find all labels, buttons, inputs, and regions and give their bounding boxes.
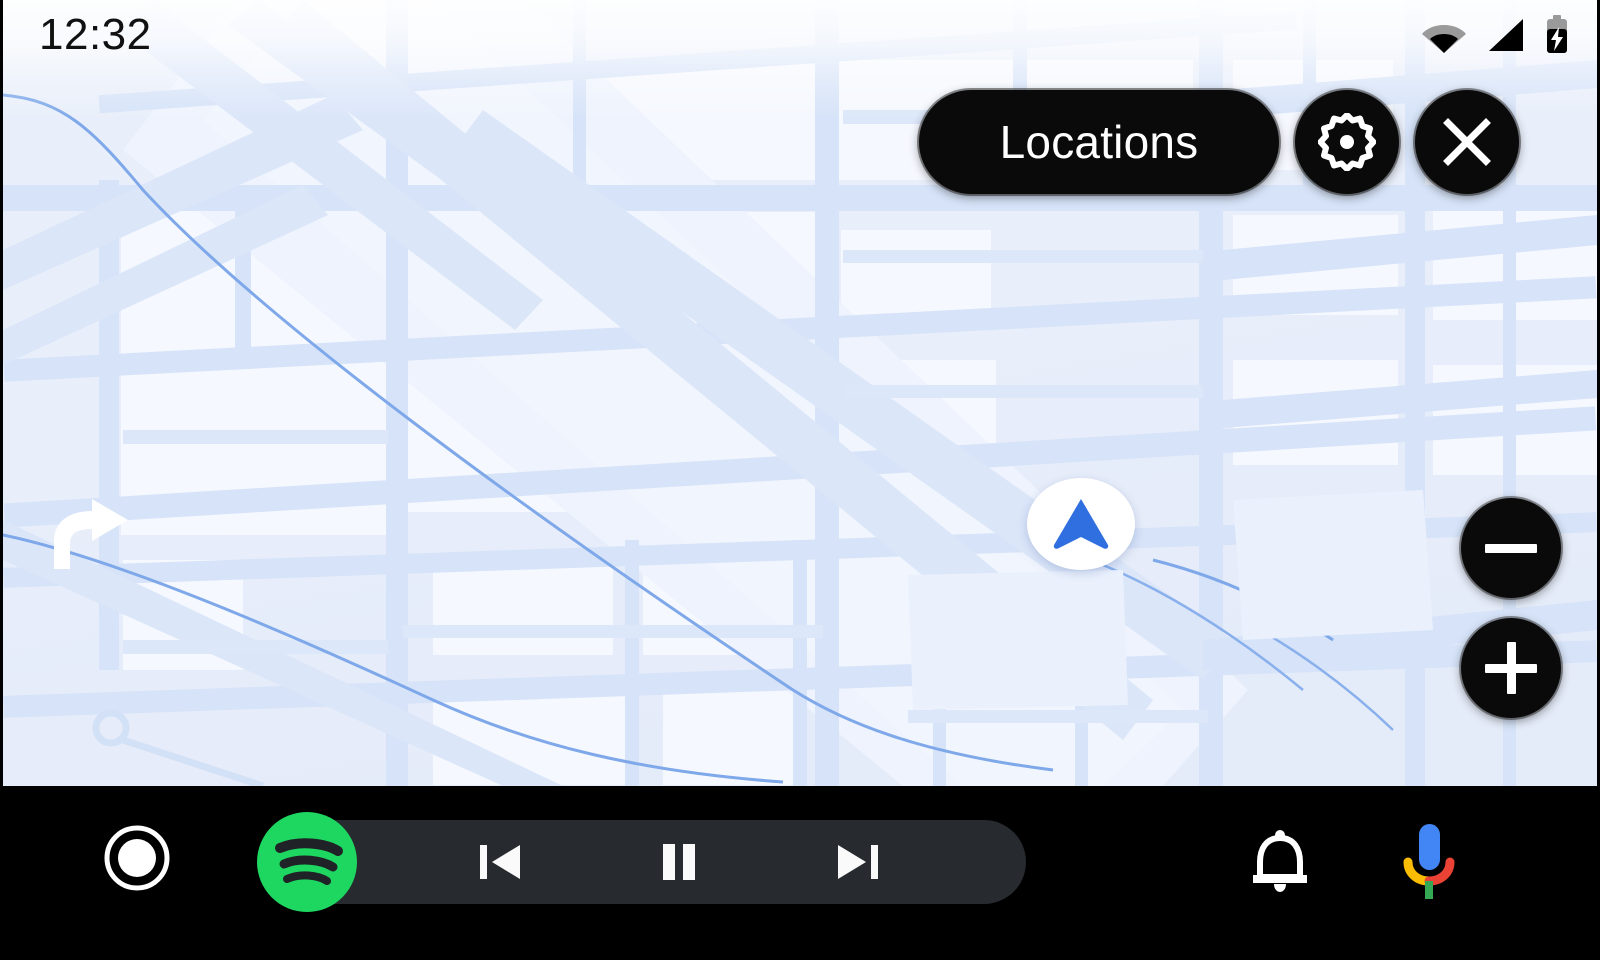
assistant-mic-button[interactable] (1390, 820, 1468, 904)
locations-button[interactable]: Locations (919, 90, 1279, 194)
current-location-puck (1027, 478, 1135, 570)
locations-label: Locations (999, 116, 1199, 168)
clock: 12:32 (39, 10, 152, 59)
close-icon (1443, 118, 1491, 166)
media-controls (262, 820, 1026, 904)
status-icons (1421, 15, 1569, 55)
bell-icon (1253, 830, 1307, 892)
android-auto-screen: 12:32 Locations (0, 0, 1600, 960)
previous-track-button[interactable] (456, 820, 546, 904)
pause-icon (663, 844, 695, 880)
wifi-icon (1421, 17, 1467, 53)
notifications-button[interactable] (1243, 825, 1317, 899)
settings-button[interactable] (1295, 90, 1399, 194)
spotify-icon (257, 812, 357, 912)
zoom-out-button[interactable] (1461, 498, 1561, 598)
spotify-app-button[interactable] (255, 810, 359, 914)
close-button[interactable] (1415, 90, 1519, 194)
cellular-signal-icon (1485, 17, 1527, 53)
turn-right-arrow (48, 495, 134, 576)
status-bar: 12:32 (3, 0, 1597, 70)
top-controls: Locations (919, 90, 1519, 194)
next-track-button[interactable] (812, 820, 902, 904)
plus-icon-vertical (1506, 642, 1516, 694)
battery-charging-icon (1545, 15, 1569, 55)
assistant-mic-icon (1403, 824, 1455, 899)
play-pause-button[interactable] (634, 820, 724, 904)
skip-previous-icon (480, 845, 520, 879)
skip-next-icon (838, 845, 878, 879)
minus-icon (1485, 543, 1537, 553)
navigation-map[interactable]: 12:32 Locations (3, 0, 1597, 786)
gear-icon (1318, 113, 1376, 171)
zoom-in-button[interactable] (1461, 618, 1561, 718)
zoom-controls (1461, 498, 1561, 718)
home-circle-icon (104, 825, 170, 891)
home-button[interactable] (103, 824, 171, 892)
